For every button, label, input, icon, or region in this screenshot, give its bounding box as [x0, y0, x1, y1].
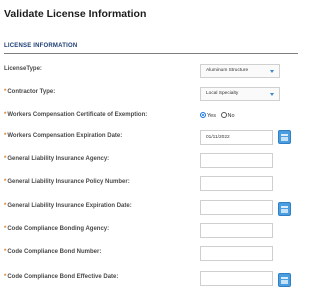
- gl-agency-label: *General Liability Insurance Agency:: [4, 156, 110, 162]
- required-marker: *: [4, 249, 7, 255]
- workers-comp-exemption-row: *Workers Compensation Certificate of Exe…: [4, 108, 294, 126]
- bond-number-label: *Code Compliance Bond Number:: [4, 249, 102, 255]
- required-marker: *: [4, 274, 7, 280]
- required-marker: *: [4, 133, 7, 139]
- gl-agency-row: *General Liability Insurance Agency:: [4, 152, 294, 170]
- license-type-value: Aluminum Structure: [206, 68, 249, 73]
- workers-comp-expiration-input[interactable]: 01/11/2022: [200, 130, 273, 145]
- required-marker: *: [4, 156, 7, 162]
- workers-comp-exemption-label: *Workers Compensation Certificate of Exe…: [4, 112, 148, 118]
- calendar-icon[interactable]: [278, 202, 291, 216]
- gl-expiration-row: *General Liability Insurance Expiration …: [4, 199, 294, 217]
- workers-comp-expiration-label: *Workers Compensation Expiration Date:: [4, 133, 123, 139]
- contractor-type-value: Local Specialty: [206, 91, 239, 96]
- bond-number-input[interactable]: [200, 246, 273, 261]
- bond-effective-input[interactable]: [200, 271, 273, 286]
- exemption-no-radio[interactable]: [220, 112, 227, 118]
- required-marker: *: [4, 89, 7, 95]
- contractor-type-label: *Contractor Type:: [4, 89, 56, 95]
- gl-expiration-input[interactable]: [200, 200, 273, 215]
- required-marker: *: [4, 179, 7, 185]
- workers-comp-expiration-row: *Workers Compensation Expiration Date: 0…: [4, 129, 294, 147]
- license-type-row: LicenseType: Aluminum Structure: [4, 62, 294, 80]
- contractor-type-select[interactable]: Local Specialty: [200, 87, 280, 101]
- gl-policy-number-row: *General Liability Insurance Policy Numb…: [4, 175, 294, 193]
- gl-policy-number-label: *General Liability Insurance Policy Numb…: [4, 179, 130, 185]
- exemption-yes-label[interactable]: Yes: [207, 113, 216, 119]
- required-marker: *: [4, 112, 7, 118]
- bonding-agency-input[interactable]: [200, 223, 273, 238]
- chevron-down-icon: [270, 93, 274, 96]
- bond-effective-row: *Code Compliance Bond Effective Date:: [4, 270, 294, 288]
- calendar-icon[interactable]: [278, 130, 291, 144]
- workers-comp-exemption-radio-group: Yes No: [200, 112, 235, 122]
- gl-policy-number-input[interactable]: [200, 176, 273, 191]
- calendar-icon[interactable]: [278, 273, 291, 287]
- required-marker: *: [4, 203, 7, 209]
- page-title: Validate License Information: [4, 8, 147, 20]
- gl-expiration-label: *General Liability Insurance Expiration …: [4, 203, 132, 209]
- bond-effective-label: *Code Compliance Bond Effective Date:: [4, 274, 119, 280]
- license-type-select[interactable]: Aluminum Structure: [200, 64, 280, 78]
- exemption-yes-radio[interactable]: [200, 112, 206, 118]
- bond-number-row: *Code Compliance Bond Number:: [4, 245, 294, 263]
- required-marker: *: [4, 226, 7, 232]
- gl-agency-input[interactable]: [200, 153, 273, 168]
- contractor-type-row: *Contractor Type: Local Specialty: [4, 85, 294, 103]
- license-type-label: LicenseType:: [4, 66, 42, 72]
- section-header: LICENSE INFORMATION: [4, 43, 78, 49]
- bonding-agency-label: *Code Compliance Bonding Agency:: [4, 226, 110, 232]
- chevron-down-icon: [270, 70, 274, 73]
- section-divider: [4, 53, 298, 54]
- workers-comp-expiration-value: 01/11/2022: [206, 135, 230, 140]
- exemption-no-label[interactable]: No: [228, 113, 235, 119]
- bonding-agency-row: *Code Compliance Bonding Agency:: [4, 222, 294, 240]
